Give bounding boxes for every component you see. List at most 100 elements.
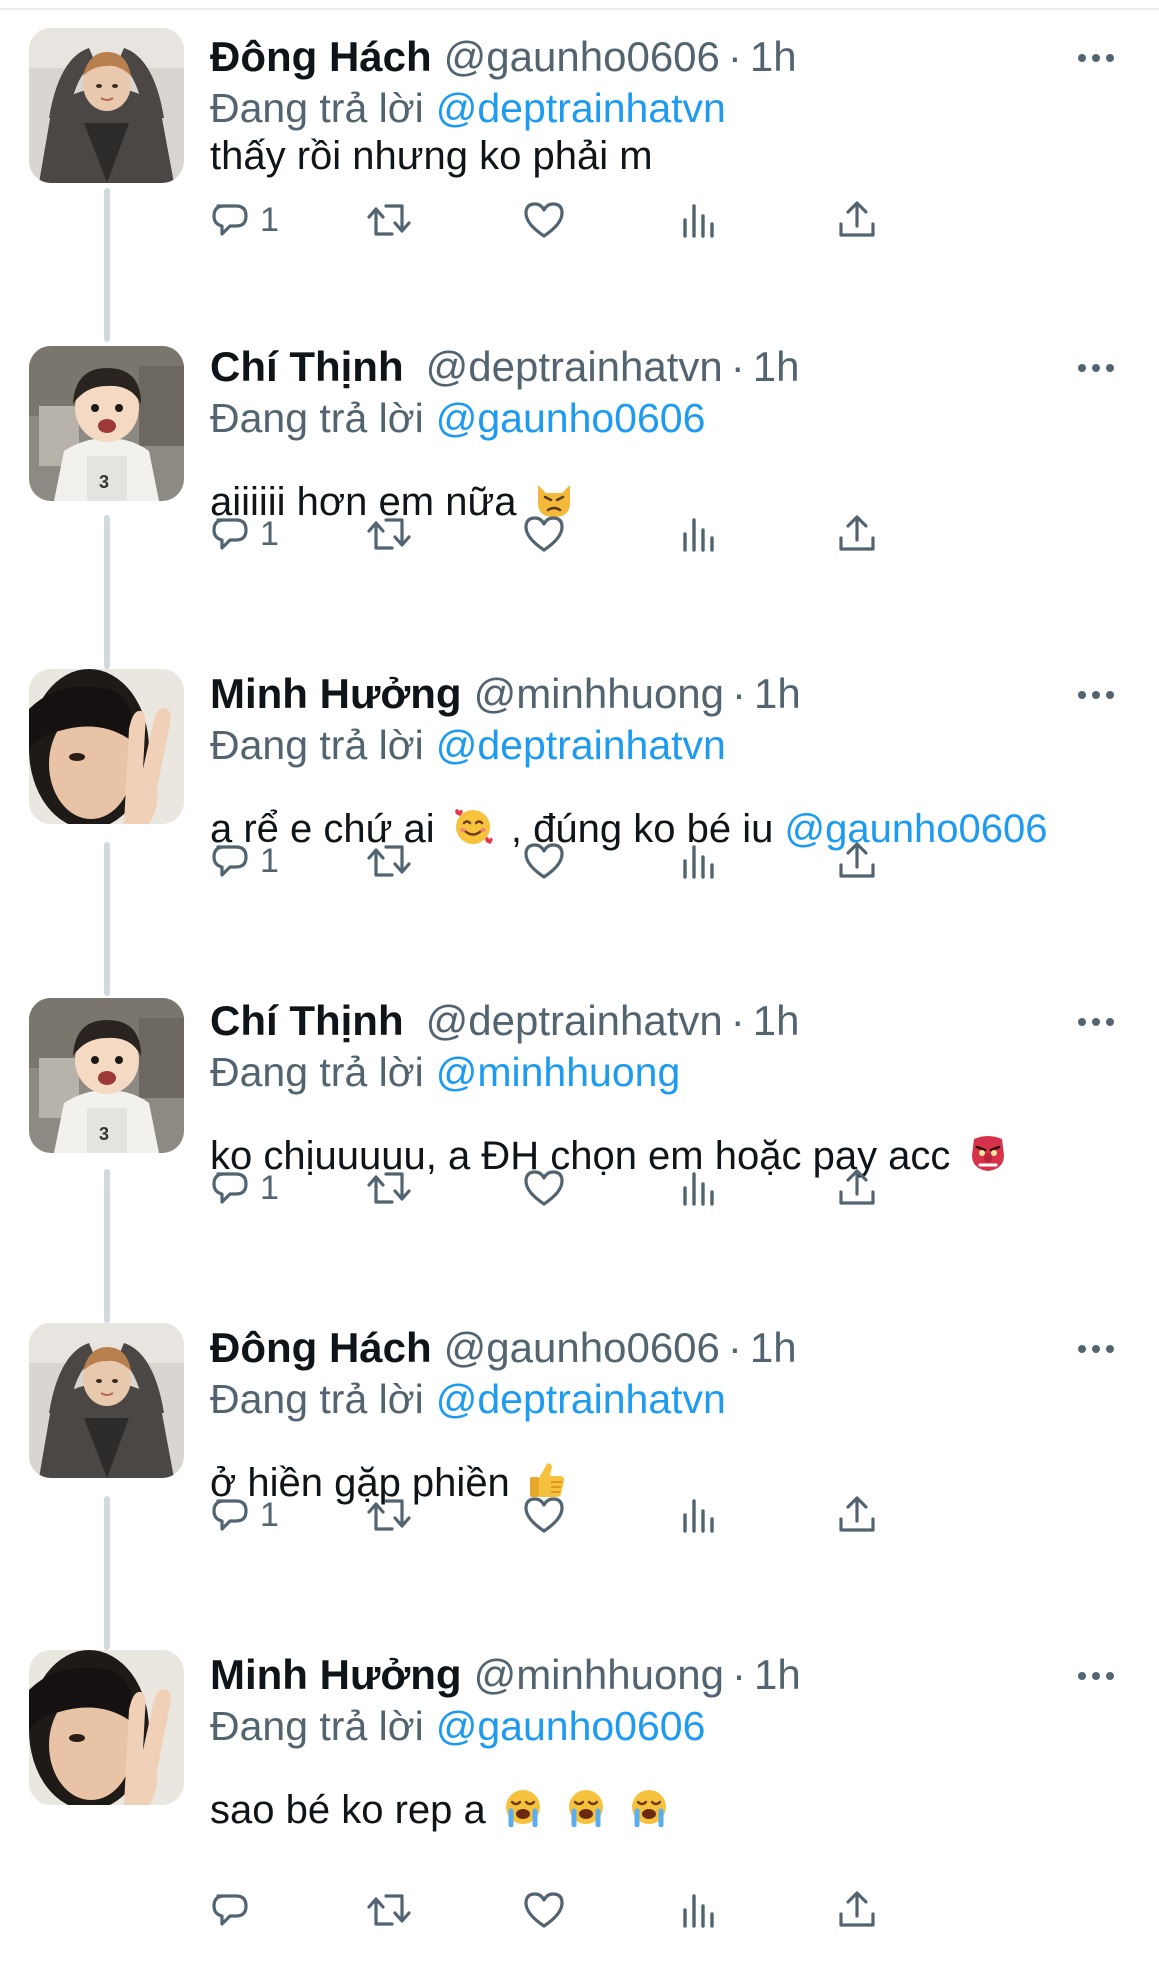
replying-to-mention[interactable]: @deptrainhatvn (436, 1376, 726, 1422)
views-button[interactable] (680, 833, 718, 889)
retweet-button[interactable] (366, 1487, 412, 1543)
action-bar: 1 (210, 833, 1110, 889)
display-name[interactable]: Chí Thịnh (210, 343, 404, 390)
reply-count: 1 (260, 201, 279, 239)
more-dots-icon[interactable] (1076, 687, 1116, 703)
separator-dot: · (730, 343, 745, 390)
like-button[interactable] (522, 1882, 566, 1938)
replying-to-mention[interactable]: @gaunho0606 (436, 395, 706, 441)
like-button[interactable] (522, 506, 566, 562)
retweet-button[interactable] (366, 1160, 412, 1216)
views-button[interactable] (680, 1487, 718, 1543)
reply-bubble-icon (212, 1499, 248, 1531)
user-handle[interactable]: @deptrainhatvn (426, 997, 723, 1044)
views-button[interactable] (680, 1882, 718, 1938)
reply-button[interactable]: 1 (210, 1487, 279, 1543)
share-button[interactable] (836, 192, 878, 248)
reply-button[interactable] (210, 1882, 250, 1938)
more-dots-icon[interactable] (1076, 1341, 1116, 1357)
heart-icon (524, 202, 564, 238)
avatar[interactable] (29, 998, 184, 1153)
avatar[interactable] (29, 1323, 184, 1478)
replying-to-mention[interactable]: @gaunho0606 (436, 1703, 706, 1749)
reply-count: 1 (260, 1169, 279, 1207)
loudly-crying-face-emoji (569, 1790, 603, 1827)
reply-bubble-icon (212, 518, 248, 550)
retweet-button[interactable] (366, 506, 412, 562)
timestamp[interactable]: 1h (750, 33, 797, 80)
timestamp[interactable]: 1h (753, 997, 800, 1044)
share-button[interactable] (836, 1882, 878, 1938)
share-button[interactable] (836, 1487, 878, 1543)
top-divider (0, 8, 1159, 10)
tweet[interactable]: Chí Thịnh @deptrainhatvn · 1h Đang trả lời @… (0, 338, 1159, 664)
more-dots-icon[interactable] (1076, 50, 1116, 66)
action-bar: 1 (210, 1487, 1110, 1543)
share-button[interactable] (836, 833, 878, 889)
views-chart-icon (683, 1894, 714, 1928)
replying-to-mention[interactable]: @deptrainhatvn (436, 722, 726, 768)
heart-icon (524, 516, 564, 552)
user-handle[interactable]: @minhhuong (474, 1651, 724, 1698)
avatar[interactable] (29, 669, 184, 824)
tweet[interactable]: Chí Thịnh @deptrainhatvn · 1h Đang trả lời @… (0, 992, 1159, 1318)
action-bar: 1 (210, 192, 1110, 248)
display-name[interactable]: Chí Thịnh (210, 997, 404, 1044)
user-handle[interactable]: @gaunho0606 (444, 33, 720, 80)
avatar[interactable] (29, 1650, 184, 1805)
retweet-icon (367, 845, 411, 877)
replying-to-label: Đang trả lời (210, 1703, 424, 1749)
timestamp[interactable]: 1h (750, 1324, 797, 1371)
more-dots-icon[interactable] (1076, 360, 1116, 376)
replying-to-mention[interactable]: @deptrainhatvn (436, 85, 726, 131)
reply-button[interactable]: 1 (210, 506, 279, 562)
reply-count: 1 (260, 842, 279, 880)
more-dots-icon[interactable] (1076, 1668, 1116, 1684)
tweet[interactable]: Minh Hưởng @minhhuong · 1h Đang trả lời @gau… (0, 1646, 1159, 1972)
like-button[interactable] (522, 1487, 566, 1543)
user-handle[interactable]: @minhhuong (474, 670, 724, 717)
share-button[interactable] (836, 506, 878, 562)
retweet-icon (367, 204, 411, 236)
retweet-button[interactable] (366, 1882, 412, 1938)
reply-button[interactable]: 1 (210, 192, 279, 248)
tweet[interactable]: Đông Hách @gaunho0606 · 1h Đang trả lời @dep… (0, 28, 1159, 354)
tweet-header: Chí Thịnh @deptrainhatvn · 1h (210, 992, 800, 1050)
retweet-icon (367, 1499, 411, 1531)
heart-icon (524, 1892, 564, 1928)
share-icon (839, 1891, 875, 1927)
timestamp[interactable]: 1h (754, 670, 801, 717)
retweet-button[interactable] (366, 833, 412, 889)
retweet-icon (367, 518, 411, 550)
display-name[interactable]: Đông Hách (210, 33, 432, 80)
tweet[interactable]: Đông Hách @gaunho0606 · 1h Đang trả lời @dep… (0, 1319, 1159, 1645)
avatar[interactable] (29, 346, 184, 501)
share-icon (839, 842, 875, 878)
replying-to-label: Đang trả lời (210, 722, 424, 768)
replying-to: Đang trả lời @deptrainhatvn (210, 1371, 726, 1427)
tweet-header: Chí Thịnh @deptrainhatvn · 1h (210, 338, 800, 396)
user-handle[interactable]: @gaunho0606 (444, 1324, 720, 1371)
timestamp[interactable]: 1h (754, 1651, 801, 1698)
like-button[interactable] (522, 1160, 566, 1216)
views-button[interactable] (680, 1160, 718, 1216)
display-name[interactable]: Minh Hưởng (210, 1651, 462, 1698)
display-name[interactable]: Minh Hưởng (210, 670, 462, 717)
share-button[interactable] (836, 1160, 878, 1216)
replying-to-mention[interactable]: @minhhuong (436, 1049, 681, 1095)
user-handle[interactable]: @deptrainhatvn (426, 343, 723, 390)
like-button[interactable] (522, 192, 566, 248)
replying-to: Đang trả lời @gaunho0606 (210, 390, 705, 446)
reply-button[interactable]: 1 (210, 1160, 279, 1216)
timestamp[interactable]: 1h (753, 343, 800, 390)
views-button[interactable] (680, 506, 718, 562)
tweet-text: thấy rồi nhưng ko phải m (210, 128, 653, 184)
tweet[interactable]: Minh Hưởng @minhhuong · 1h Đang trả lời @dep… (0, 665, 1159, 991)
reply-button[interactable]: 1 (210, 833, 279, 889)
like-button[interactable] (522, 833, 566, 889)
more-dots-icon[interactable] (1076, 1014, 1116, 1030)
views-button[interactable] (680, 192, 718, 248)
avatar[interactable] (29, 28, 184, 183)
retweet-button[interactable] (366, 192, 412, 248)
display-name[interactable]: Đông Hách (210, 1324, 432, 1371)
